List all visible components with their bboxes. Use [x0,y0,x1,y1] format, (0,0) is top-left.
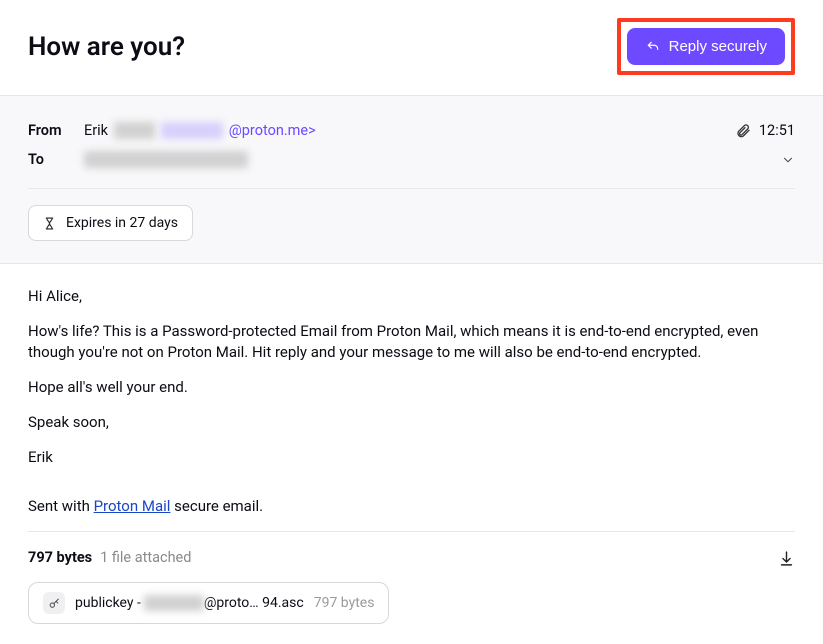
reply-highlight-box: Reply securely [617,18,795,75]
attachment-icon [735,123,751,139]
attachments-total-size: 797 bytes [28,548,92,568]
attachments-count: 1 file attached [100,548,191,568]
body-paragraph: Hi Alice, [28,286,795,307]
from-redacted-2: ██████ [161,122,223,139]
sent-with-prefix: Sent with [28,497,94,515]
to-redacted: ████████████████ [84,151,248,168]
hourglass-icon [43,216,56,231]
to-label: To [28,151,84,168]
metadata-divider [28,188,795,189]
from-redacted-1: ████ [114,122,155,139]
reply-button-label: Reply securely [669,38,767,55]
from-label: From [28,122,84,139]
body-paragraph: How's life? This is a Password-protected… [28,321,795,363]
email-metadata: From Erik ████ ██████ @proton.me> 12:51 … [0,96,823,264]
attachments-divider [28,531,795,532]
body-paragraph: Erik [28,447,795,468]
attachment-filename: publickey - ██████@proto… 94.asc [75,594,304,614]
email-body: Hi Alice, How's life? This is a Password… [0,264,823,644]
signature-line: Sent with Proton Mail secure email. [28,496,795,517]
email-subject: How are you? [28,32,185,62]
sent-with-suffix: secure email. [170,497,263,515]
from-value: Erik ████ ██████ @proton.me> [84,122,316,139]
reply-securely-button[interactable]: Reply securely [627,28,785,65]
attachment-chip[interactable]: publickey - ██████@proto… 94.asc 797 byt… [28,582,389,624]
reply-arrow-icon [645,40,661,54]
download-icon [778,550,795,567]
attachment-redacted: ██████ [144,595,204,611]
chevron-down-icon [781,153,795,167]
proton-mail-link[interactable]: Proton Mail [94,497,171,515]
expand-recipients-button[interactable] [781,153,795,167]
from-domain: @proton.me> [229,122,316,139]
key-icon [43,592,65,614]
expiration-text: Expires in 27 days [66,215,178,231]
body-paragraph: Hope all's well your end. [28,377,795,398]
attachment-size: 797 bytes [314,594,375,614]
from-name: Erik [84,122,108,139]
body-paragraph: Speak soon, [28,412,795,433]
download-all-button[interactable] [778,550,795,567]
attachments-summary: 797 bytes 1 file attached [28,548,795,568]
expiration-badge: Expires in 27 days [28,205,193,241]
to-value: ████████████████ [84,151,248,168]
email-time: 12:51 [759,122,795,139]
